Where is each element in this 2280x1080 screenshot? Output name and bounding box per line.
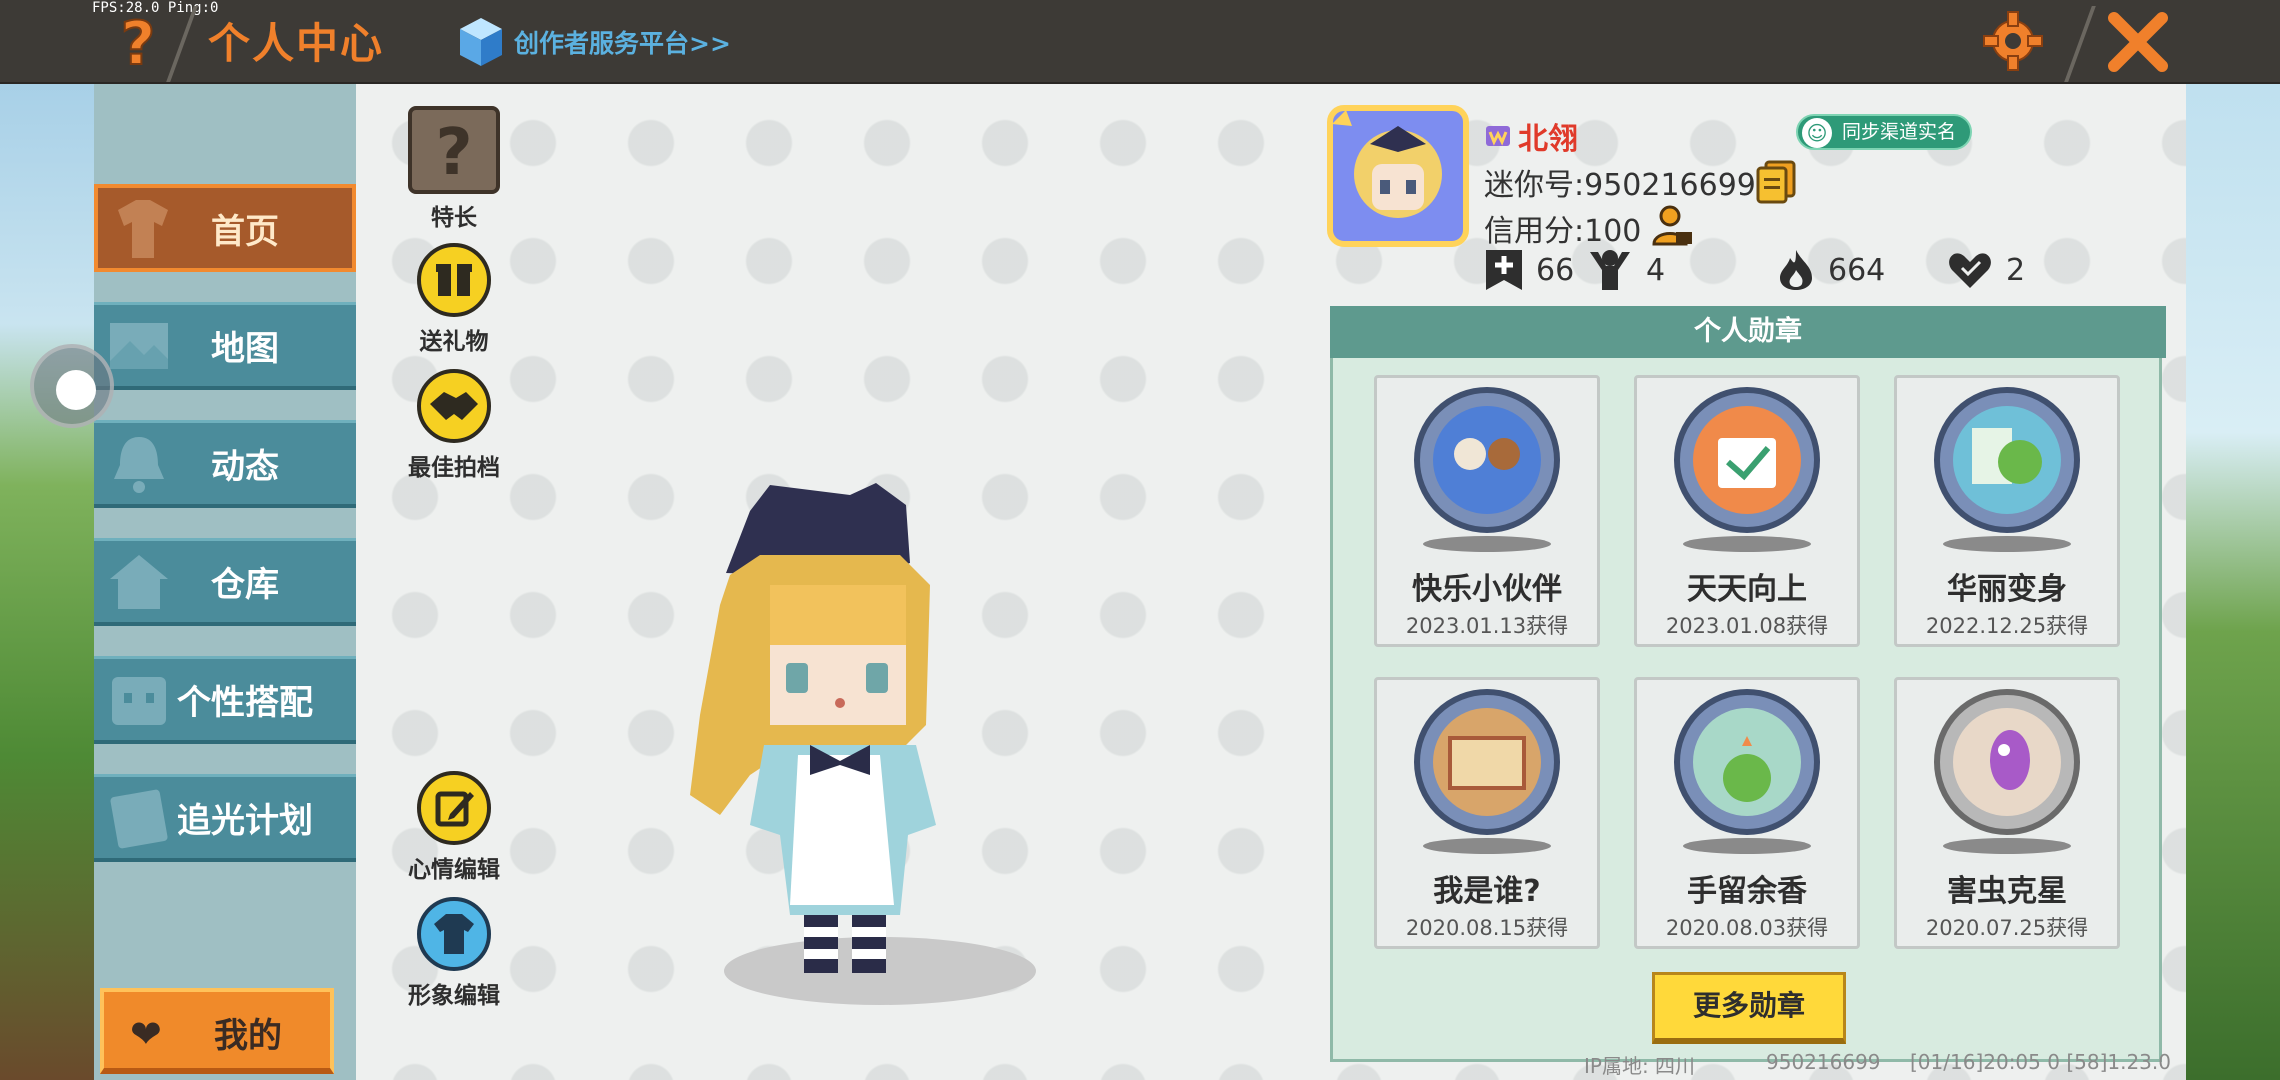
sidebar-item-home[interactable]: 首页 bbox=[94, 184, 356, 272]
footer-uid: 950216699 bbox=[1766, 1050, 1881, 1074]
sidebar-item-label: 追光计划 bbox=[177, 801, 313, 841]
stat-fans-value: 4 bbox=[1646, 252, 1666, 288]
page-title: 个人中心 bbox=[208, 19, 385, 68]
specialty-label: 特长 bbox=[431, 205, 477, 231]
settings-button[interactable] bbox=[1982, 10, 2044, 72]
medal-date: 2020.07.25获得 bbox=[1925, 916, 2089, 940]
ip-location: IP属地: 四川 bbox=[1584, 1054, 1696, 1078]
realname-label: 同步渠道实名 bbox=[1842, 121, 1957, 143]
medal-date: 2020.08.03获得 bbox=[1665, 916, 1829, 940]
sidebar-item-label: 动态 bbox=[211, 447, 279, 487]
creator-link-label: 创作者服务平台>> bbox=[514, 29, 731, 58]
medal-name: 华丽变身 bbox=[1947, 572, 2067, 607]
medal-date: 2023.01.08获得 bbox=[1665, 614, 1829, 638]
friends-medal-icon bbox=[1414, 387, 1560, 552]
cube-icon bbox=[460, 18, 502, 66]
medal-name: 手留余香 bbox=[1687, 874, 1807, 909]
credit-score: 信用分:100 bbox=[1484, 214, 1642, 249]
gift-button[interactable]: 送礼物 bbox=[394, 242, 514, 356]
close-button[interactable] bbox=[2106, 10, 2170, 74]
divider bbox=[166, 6, 198, 82]
medal-card[interactable]: 我是谁? 2020.08.15获得 bbox=[1374, 677, 1600, 949]
stat-add-value: 66 bbox=[1536, 252, 1575, 288]
top-bar: FPS:28.0 Ping:0 ? 个人中心 创作者服务平台>> bbox=[0, 0, 2280, 84]
floating-assist-button[interactable] bbox=[30, 344, 114, 428]
outfit-icon bbox=[417, 897, 491, 971]
medal-card[interactable]: 华丽变身 2022.12.25获得 bbox=[1894, 375, 2120, 647]
hearts-icon bbox=[1949, 253, 1991, 288]
sidebar-item-feed[interactable]: 动态 bbox=[94, 420, 356, 508]
look-edit-label: 形象编辑 bbox=[408, 983, 500, 1009]
mystery-box-icon: ? bbox=[408, 106, 500, 194]
mine-label: 我的 bbox=[214, 1016, 282, 1056]
more-medals-button[interactable]: 更多勋章 bbox=[1652, 972, 1846, 1044]
medal-section-title: 个人勋章 bbox=[1330, 306, 2166, 358]
medal-name: 快乐小伙伴 bbox=[1412, 572, 1562, 607]
sidebar-item-style[interactable]: 个性搭配 bbox=[94, 656, 356, 744]
creator-platform-link[interactable]: 创作者服务平台>> bbox=[458, 14, 731, 70]
medal-date: 2022.12.25获得 bbox=[1925, 614, 2089, 638]
medal-card[interactable]: 快乐小伙伴 2023.01.13获得 bbox=[1374, 375, 1600, 647]
plus-bookmark-icon bbox=[1486, 250, 1522, 290]
avatar[interactable] bbox=[1326, 104, 1470, 248]
plant-medal-icon bbox=[1674, 689, 1820, 854]
help-button[interactable]: ? bbox=[108, 8, 168, 80]
specialty-button[interactable]: ? 特长 bbox=[394, 106, 514, 232]
medal-name: 我是谁? bbox=[1433, 874, 1541, 909]
stat-hot: 664 bbox=[1776, 248, 1885, 292]
handshake-icon bbox=[417, 369, 491, 443]
medal-card[interactable]: 天天向上 2023.01.08获得 bbox=[1634, 375, 1860, 647]
gift-label: 送礼物 bbox=[419, 329, 489, 355]
close-icon bbox=[2108, 12, 2168, 72]
user-card-icon[interactable] bbox=[1650, 204, 1694, 248]
medal-date: 2020.08.15获得 bbox=[1405, 916, 1569, 940]
sidebar-item-label: 首页 bbox=[211, 211, 279, 252]
edit-icon bbox=[417, 771, 491, 845]
look-edit-button[interactable]: 形象编辑 bbox=[394, 896, 514, 1010]
mini-id: 迷你号:950216699 bbox=[1484, 168, 1756, 203]
version-info: [01/16]20:05 0 [58]1.23.0 bbox=[1910, 1050, 2171, 1074]
transform-medal-icon bbox=[1934, 387, 2080, 552]
mood-edit-label: 心情编辑 bbox=[408, 857, 500, 883]
mood-edit-button[interactable]: 心情编辑 bbox=[394, 770, 514, 884]
stat-fans: 4 bbox=[1586, 248, 1665, 292]
medal-card[interactable]: 手留余香 2020.08.03获得 bbox=[1634, 677, 1860, 949]
person-icon: ☺ bbox=[1802, 118, 1832, 148]
medal-name: 天天向上 bbox=[1687, 572, 1807, 607]
divider bbox=[2064, 6, 2096, 82]
sidebar-item-label: 仓库 bbox=[211, 565, 279, 605]
sidebar-item-map[interactable]: 地图 bbox=[94, 302, 356, 390]
player-character-model[interactable] bbox=[680, 455, 1040, 1015]
medal-card[interactable]: 害虫克星 2020.07.25获得 bbox=[1894, 677, 2120, 949]
calendar-medal-icon bbox=[1674, 387, 1820, 552]
player-nickname: 北翎 bbox=[1518, 122, 1578, 157]
svg-text:?: ? bbox=[435, 116, 472, 190]
heart-icon: ❤ bbox=[130, 1012, 162, 1056]
stat-likes: 2 bbox=[1946, 248, 2025, 292]
medal-date: 2023.01.13获得 bbox=[1405, 614, 1569, 638]
best-partner-button[interactable]: 最佳拍档 bbox=[394, 368, 514, 482]
sync-realname-button[interactable]: ☺ 同步渠道实名 bbox=[1796, 114, 1973, 150]
sidebar-item-chase-light[interactable]: 追光计划 bbox=[94, 774, 356, 862]
medal-name: 害虫克星 bbox=[1947, 874, 2067, 909]
sidebar-item-storage[interactable]: 仓库 bbox=[94, 538, 356, 626]
svg-text:?: ? bbox=[121, 10, 156, 74]
question-mark-icon: ? bbox=[120, 8, 157, 80]
copy-icon[interactable] bbox=[1756, 160, 1796, 204]
sidebar-item-label: 个性搭配 bbox=[177, 683, 313, 723]
gift-icon bbox=[417, 243, 491, 317]
letter-medal-icon bbox=[1414, 689, 1560, 854]
flame-icon bbox=[1780, 250, 1812, 290]
stat-likes-value: 2 bbox=[2006, 252, 2026, 288]
sidebar-item-label: 地图 bbox=[211, 329, 279, 369]
vip-badge-icon bbox=[1486, 126, 1510, 146]
best-partner-label: 最佳拍档 bbox=[408, 455, 500, 481]
stat-add: 66 bbox=[1484, 248, 1574, 292]
background-scenery bbox=[2180, 84, 2280, 1080]
stat-hot-value: 664 bbox=[1828, 252, 1886, 288]
gear-icon bbox=[1983, 11, 2043, 71]
mine-button[interactable]: ❤ 我的 bbox=[100, 988, 334, 1074]
bug-medal-icon bbox=[1934, 689, 2080, 854]
fans-icon bbox=[1590, 250, 1630, 290]
